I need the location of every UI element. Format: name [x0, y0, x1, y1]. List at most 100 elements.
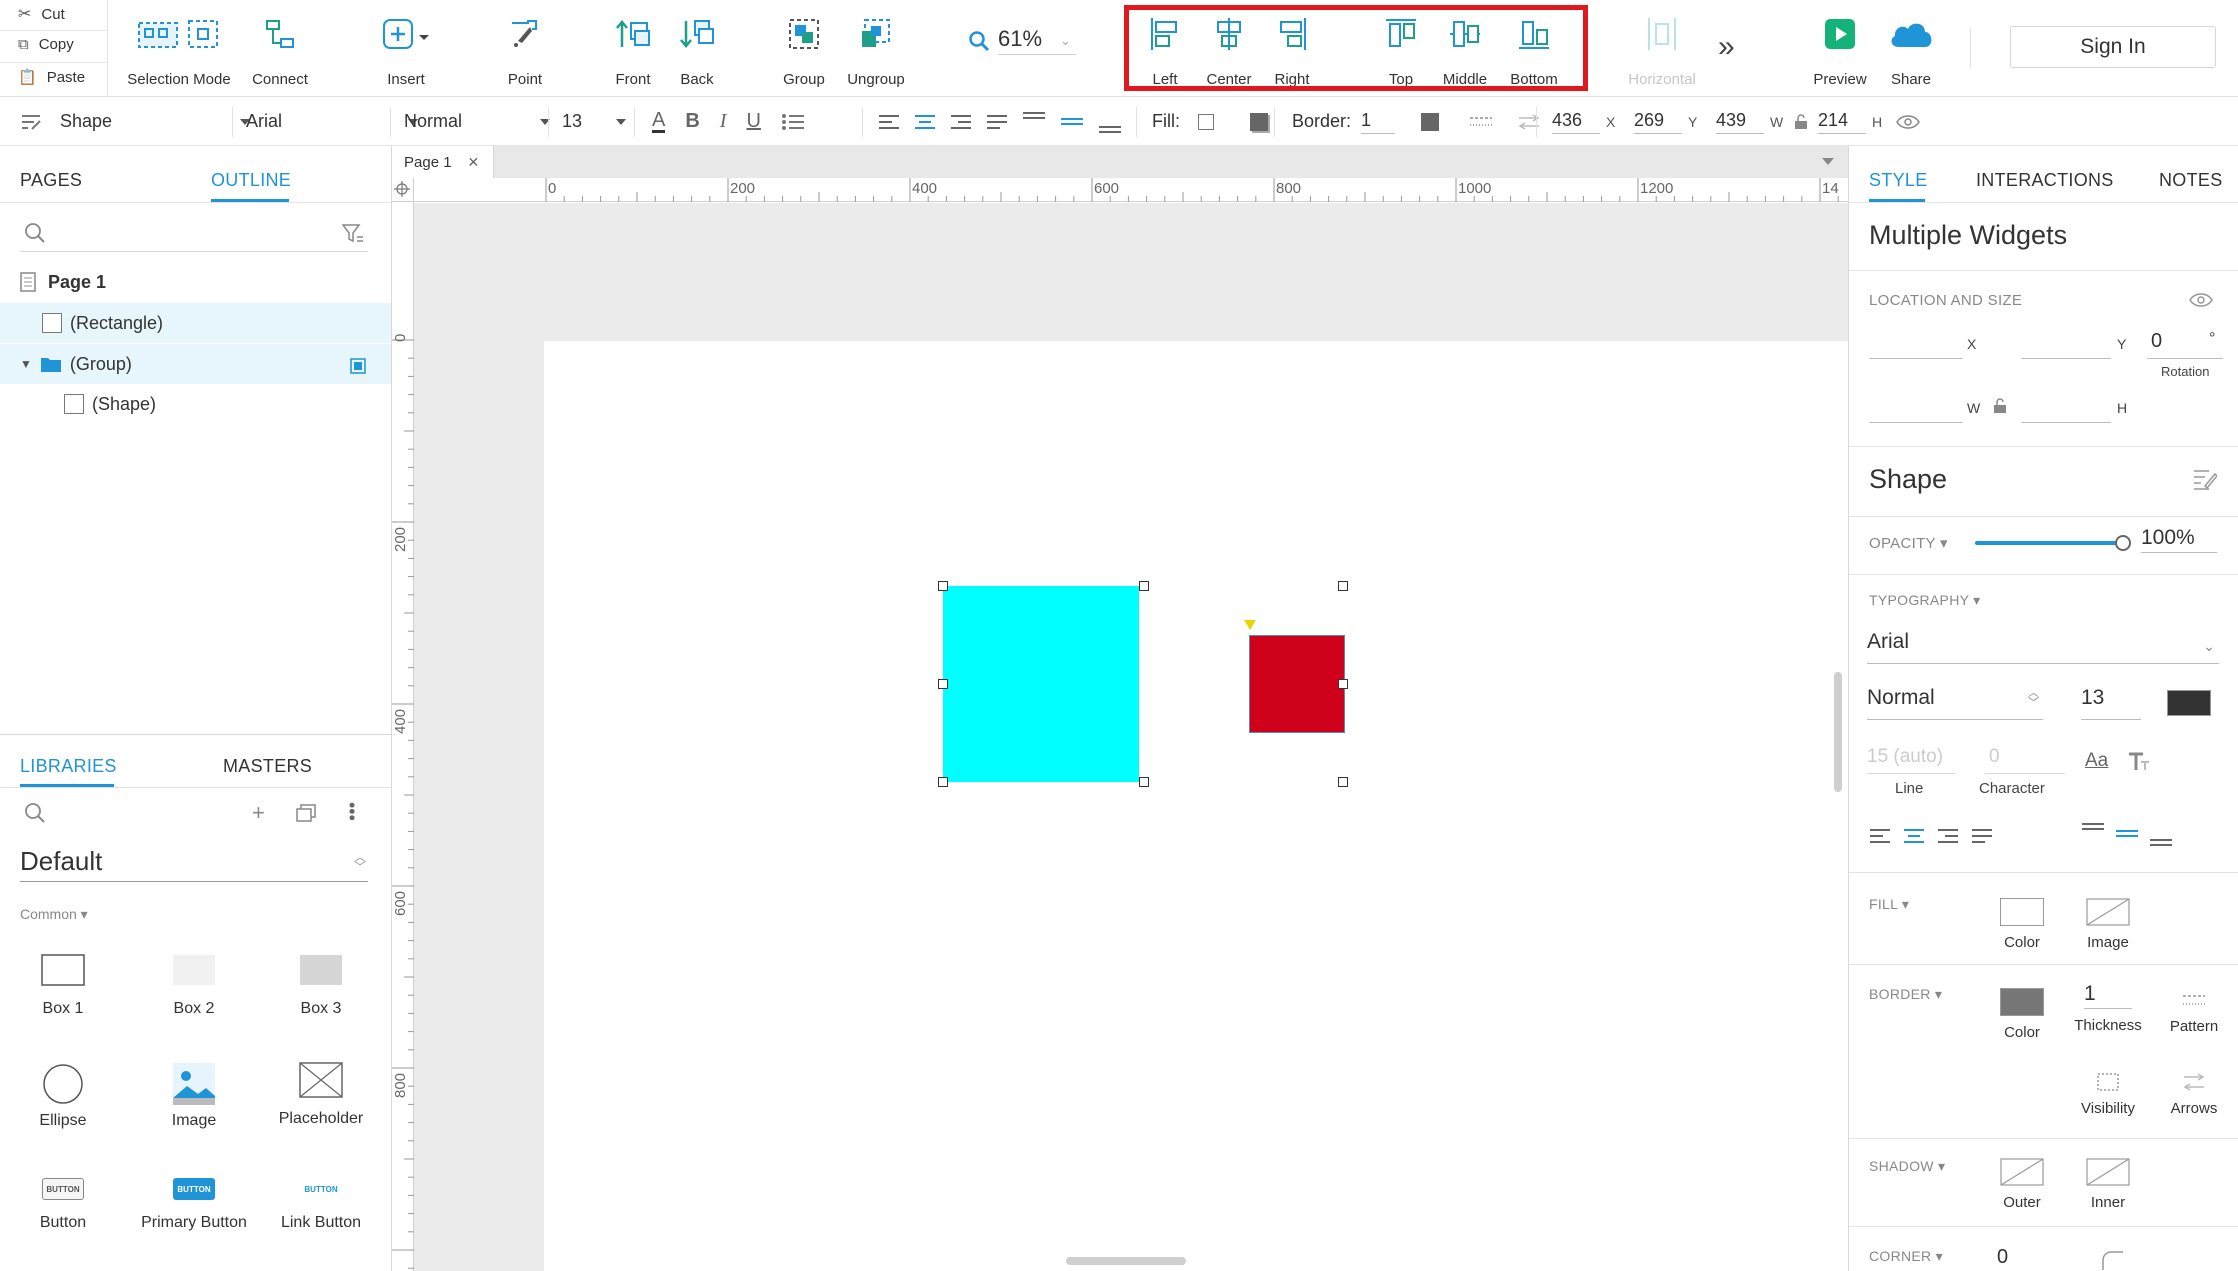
- ruler-origin[interactable]: [392, 178, 414, 202]
- w-input[interactable]: [1869, 422, 1963, 423]
- resize-handle[interactable]: [938, 777, 948, 787]
- zoom-control[interactable]: 61% ⌄: [968, 26, 1076, 55]
- group-selection-icon[interactable]: [350, 358, 366, 374]
- send-back-button[interactable]: Back: [676, 12, 718, 88]
- resize-handle[interactable]: [1338, 581, 1348, 591]
- library-copy-icon[interactable]: [296, 804, 316, 822]
- font-color-icon[interactable]: A: [652, 110, 666, 133]
- tab-style[interactable]: STYLE: [1869, 170, 1928, 191]
- tab-menu-chevron-icon[interactable]: [1822, 158, 1834, 165]
- valign-middle-icon[interactable]: [1060, 111, 1084, 133]
- horizontal-scrollbar[interactable]: [1066, 1257, 1186, 1265]
- y-field[interactable]: 269 Y: [1634, 97, 1697, 146]
- border-visibility-option[interactable]: Visibility: [2063, 1072, 2153, 1117]
- close-icon[interactable]: ✕: [468, 154, 480, 171]
- page-tab[interactable]: Page 1 ✕: [392, 146, 494, 178]
- vertical-scrollbar[interactable]: [1834, 672, 1842, 792]
- tree-item-shape[interactable]: (Shape): [0, 384, 391, 424]
- lock-icon[interactable]: [1993, 398, 2007, 414]
- insert-button[interactable]: Insert: [378, 12, 434, 88]
- point-button[interactable]: Point: [504, 12, 546, 88]
- more-vertical-icon[interactable]: •••: [342, 802, 362, 821]
- typography-heading[interactable]: TYPOGRAPHY ▾: [1869, 592, 1981, 609]
- font-weight-dropdown[interactable]: Normal: [404, 97, 551, 146]
- tab-outline[interactable]: OUTLINE: [211, 170, 291, 191]
- add-library-icon[interactable]: +: [252, 800, 265, 826]
- edit-style-icon[interactable]: [2193, 468, 2217, 490]
- x-field[interactable]: 436 X: [1552, 97, 1615, 146]
- fill-shadow-icon[interactable]: [1250, 112, 1268, 131]
- align-text-left-icon[interactable]: [1869, 828, 1891, 844]
- border-thickness-option[interactable]: 1 Thickness: [2063, 982, 2153, 1034]
- style-dropdown[interactable]: Shape: [20, 97, 251, 146]
- shadow-heading[interactable]: SHADOW ▾: [1869, 1158, 1945, 1175]
- more-chevrons-icon[interactable]: »: [1718, 30, 1735, 64]
- typography-size-input[interactable]: 13: [2081, 686, 2141, 720]
- border-heading[interactable]: BORDER ▾: [1869, 986, 1942, 1003]
- valign-top-icon[interactable]: [1022, 111, 1046, 133]
- align-text-justify-icon[interactable]: [986, 114, 1008, 130]
- resize-handle[interactable]: [1139, 581, 1149, 591]
- arrow-style-icon[interactable]: [1517, 113, 1541, 130]
- lib-item-box1[interactable]: Box 1: [0, 954, 128, 1018]
- opacity-slider-knob[interactable]: [2115, 535, 2131, 551]
- lib-item-primary-button[interactable]: BUTTON Primary Button: [129, 1178, 259, 1232]
- h-input[interactable]: [2021, 422, 2111, 423]
- lib-item-placeholder[interactable]: Placeholder: [256, 1062, 386, 1128]
- align-text-left-icon[interactable]: [878, 114, 900, 130]
- text-size-icon[interactable]: [2127, 750, 2151, 772]
- character-spacing-input[interactable]: 0: [1985, 746, 2065, 774]
- lock-icon[interactable]: [1794, 97, 1808, 146]
- library-select[interactable]: Default ︿ ﹀: [20, 846, 368, 882]
- cut-button[interactable]: ✂ Cut: [18, 4, 65, 24]
- share-button[interactable]: Share: [1886, 12, 1936, 88]
- resize-handle[interactable]: [938, 581, 948, 591]
- opacity-slider[interactable]: [1975, 535, 2131, 551]
- align-text-center-icon[interactable]: [1903, 828, 1925, 844]
- library-category[interactable]: Common ▾: [20, 906, 88, 923]
- line-height-input[interactable]: 15 (auto): [1867, 746, 1955, 774]
- text-case-icon[interactable]: Aa: [2085, 750, 2108, 772]
- group-button[interactable]: Group: [780, 12, 828, 88]
- border-arrows-option[interactable]: Arrows: [2149, 1072, 2238, 1117]
- visibility-eye-icon[interactable]: [1896, 97, 1920, 146]
- border-width-input[interactable]: 1: [1361, 110, 1396, 134]
- selection-mode-button[interactable]: Selection Mode: [126, 12, 232, 88]
- opacity-input[interactable]: 100%: [2141, 526, 2217, 553]
- lib-item-link-button[interactable]: BUTTON Link Button: [256, 1178, 386, 1232]
- lib-item-button[interactable]: BUTTON Button: [0, 1178, 128, 1232]
- tab-libraries[interactable]: LIBRARIES: [20, 756, 117, 777]
- h-field[interactable]: 214 H: [1818, 97, 1882, 146]
- shadow-inner-option[interactable]: Inner: [2063, 1158, 2153, 1211]
- underline-icon[interactable]: U: [746, 110, 760, 133]
- rotation-input[interactable]: 0: [2151, 330, 2162, 353]
- ungroup-button[interactable]: Ungroup: [845, 12, 907, 88]
- text-color-swatch[interactable]: [2167, 690, 2211, 716]
- tab-masters[interactable]: MASTERS: [223, 756, 312, 777]
- fill-image-option[interactable]: Image: [2063, 898, 2153, 951]
- typography-font-select[interactable]: Arial ⌄: [1867, 630, 2219, 664]
- shadow-outer-option[interactable]: Outer: [1977, 1158, 2067, 1211]
- align-text-justify-icon[interactable]: [1971, 828, 1993, 844]
- opacity-heading[interactable]: OPACITY ▾: [1869, 534, 1948, 552]
- border-pattern-icon[interactable]: [1469, 115, 1493, 129]
- distribute-horizontal-button[interactable]: Horizontal: [1622, 12, 1702, 88]
- valign-middle-icon[interactable]: [2115, 822, 2139, 848]
- lib-item-box2[interactable]: Box 2: [129, 954, 259, 1018]
- align-text-center-icon[interactable]: [914, 114, 936, 130]
- valign-bottom-icon[interactable]: [1098, 111, 1122, 133]
- resize-handle[interactable]: [1338, 679, 1348, 689]
- font-dropdown[interactable]: Arial: [246, 97, 419, 146]
- expand-triangle-icon[interactable]: ▼: [20, 357, 32, 371]
- preview-button[interactable]: Preview: [1812, 12, 1868, 88]
- fill-color-swatch[interactable]: [1198, 113, 1214, 130]
- align-text-right-icon[interactable]: [950, 114, 972, 130]
- w-field[interactable]: 439 W: [1716, 97, 1783, 146]
- corner-radius-input[interactable]: 0: [1997, 1246, 2008, 1269]
- lib-item-image[interactable]: Image: [129, 1062, 259, 1130]
- valign-bottom-icon[interactable]: [2149, 822, 2173, 848]
- outline-search-input[interactable]: [20, 216, 368, 252]
- tree-item-rectangle[interactable]: (Rectangle): [0, 303, 391, 343]
- fill-color-option[interactable]: Color: [1977, 898, 2067, 951]
- valign-top-icon[interactable]: [2081, 822, 2105, 848]
